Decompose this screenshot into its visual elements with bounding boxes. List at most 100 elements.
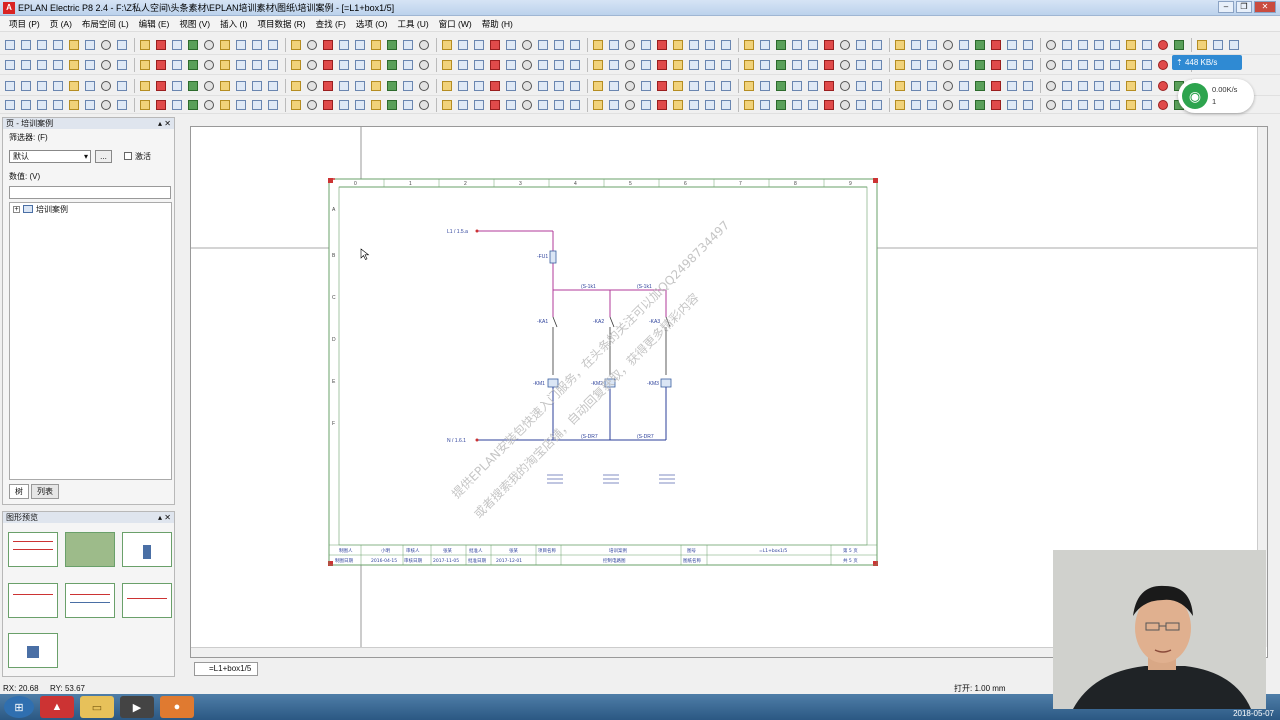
toolbar-tool-icon[interactable] [742, 38, 756, 52]
toolbar-tool-icon[interactable] [806, 98, 820, 112]
app-taskbar-icon[interactable]: ● [160, 696, 194, 718]
toolbar-tool-icon[interactable] [321, 98, 335, 112]
toolbar-tool-icon[interactable] [115, 38, 129, 52]
toolbar-tool-icon[interactable] [591, 58, 605, 72]
toolbar-tool-icon[interactable] [623, 58, 637, 72]
toolbar-tool-icon[interactable] [536, 58, 550, 72]
toolbar-tool-icon[interactable] [1005, 58, 1019, 72]
toolbar-tool-icon[interactable] [655, 38, 669, 52]
toolbar-tool-icon[interactable] [758, 38, 772, 52]
toolbar-tool-icon[interactable] [51, 98, 65, 112]
toolbar-tool-icon[interactable] [1092, 38, 1106, 52]
toolbar-tool-icon[interactable] [854, 38, 868, 52]
toolbar-tool-icon[interactable] [305, 58, 319, 72]
toolbar-tool-icon[interactable] [591, 79, 605, 93]
toolbar-tool-icon[interactable] [456, 79, 470, 93]
toolbar-tool-icon[interactable] [1021, 58, 1035, 72]
toolbar-tool-icon[interactable] [19, 38, 33, 52]
toolbar-tool-icon[interactable] [870, 79, 884, 93]
toolbar-tool-icon[interactable] [790, 98, 804, 112]
toolbar-tool-icon[interactable] [266, 79, 280, 93]
toolbar-tool-icon[interactable] [1211, 38, 1225, 52]
toolbar-tool-icon[interactable] [639, 98, 653, 112]
toolbar-tool-icon[interactable] [607, 79, 621, 93]
toolbar-tool-icon[interactable] [1044, 98, 1058, 112]
toolbar-tool-icon[interactable] [3, 98, 17, 112]
toolbar-tool-icon[interactable] [719, 79, 733, 93]
toolbar-tool-icon[interactable] [266, 58, 280, 72]
toolbar-tool-icon[interactable] [1108, 38, 1122, 52]
toolbar-tool-icon[interactable] [369, 38, 383, 52]
toolbar-tool-icon[interactable] [941, 38, 955, 52]
toolbar-tool-icon[interactable] [504, 79, 518, 93]
toolbar-tool-icon[interactable] [186, 58, 200, 72]
toolbar-tool-icon[interactable] [472, 98, 486, 112]
toolbar-tool-icon[interactable] [671, 79, 685, 93]
toolbar-tool-icon[interactable] [790, 79, 804, 93]
toolbar-tool-icon[interactable] [353, 38, 367, 52]
toolbar-tool-icon[interactable] [401, 98, 415, 112]
toolbar-tool-icon[interactable] [1195, 38, 1209, 52]
toolbar-tool-icon[interactable] [99, 58, 113, 72]
toolbar-tool-icon[interactable] [99, 98, 113, 112]
toolbar-tool-icon[interactable] [417, 58, 431, 72]
toolbar-tool-icon[interactable] [623, 38, 637, 52]
toolbar-tool-icon[interactable] [671, 58, 685, 72]
toolbar-tool-icon[interactable] [870, 98, 884, 112]
toolbar-tool-icon[interactable] [703, 38, 717, 52]
toolbar-tool-icon[interactable] [51, 58, 65, 72]
toolbar-tool-icon[interactable] [154, 79, 168, 93]
activate-checkbox[interactable] [124, 152, 132, 160]
toolbar-tool-icon[interactable] [19, 58, 33, 72]
toolbar-tool-icon[interactable] [607, 38, 621, 52]
menu-help[interactable]: 帮助 (H) [477, 18, 518, 30]
toolbar-tool-icon[interactable] [115, 79, 129, 93]
toolbar-tool-icon[interactable] [568, 98, 582, 112]
toolbar-tool-icon[interactable] [3, 79, 17, 93]
toolbar-tool-icon[interactable] [742, 79, 756, 93]
toolbar-tool-icon[interactable] [1021, 79, 1035, 93]
toolbar-tool-icon[interactable] [719, 38, 733, 52]
toolbar-tool-icon[interactable] [552, 38, 566, 52]
toolbar-tool-icon[interactable] [893, 98, 907, 112]
toolbar-tool-icon[interactable] [536, 38, 550, 52]
toolbar-tool-icon[interactable] [417, 38, 431, 52]
toolbar-tool-icon[interactable] [1021, 98, 1035, 112]
toolbar-tool-icon[interactable] [607, 58, 621, 72]
toolbar-tool-icon[interactable] [83, 38, 97, 52]
toolbar-tool-icon[interactable] [138, 58, 152, 72]
toolbar-tool-icon[interactable] [1005, 38, 1019, 52]
toolbar-tool-icon[interactable] [822, 79, 836, 93]
toolbar-tool-icon[interactable] [337, 79, 351, 93]
toolbar-tool-icon[interactable] [321, 79, 335, 93]
toolbar-tool-icon[interactable] [401, 38, 415, 52]
toolbar-tool-icon[interactable] [671, 38, 685, 52]
toolbar-tool-icon[interactable] [591, 98, 605, 112]
toolbar-tool-icon[interactable] [154, 98, 168, 112]
tab-list[interactable]: 列表 [31, 484, 59, 499]
start-button-icon[interactable]: ⊞ [4, 696, 34, 718]
toolbar-tool-icon[interactable] [973, 79, 987, 93]
toolbar-tool-icon[interactable] [305, 98, 319, 112]
toolbar-tool-icon[interactable] [854, 79, 868, 93]
toolbar-tool-icon[interactable] [234, 58, 248, 72]
toolbar-tool-icon[interactable] [639, 58, 653, 72]
toolbar-tool-icon[interactable] [234, 79, 248, 93]
toolbar-tool-icon[interactable] [941, 98, 955, 112]
toolbar-tool-icon[interactable] [623, 79, 637, 93]
toolbar-tool-icon[interactable] [488, 58, 502, 72]
toolbar-tool-icon[interactable] [305, 79, 319, 93]
toolbar-tool-icon[interactable] [1092, 79, 1106, 93]
toolbar-tool-icon[interactable] [35, 58, 49, 72]
toolbar-tool-icon[interactable] [83, 98, 97, 112]
toolbar-tool-icon[interactable] [870, 38, 884, 52]
toolbar-tool-icon[interactable] [1108, 79, 1122, 93]
toolbar-tool-icon[interactable] [1060, 58, 1074, 72]
toolbar-tool-icon[interactable] [1076, 58, 1090, 72]
page-thumbnail[interactable] [8, 532, 58, 567]
toolbar-tool-icon[interactable] [488, 79, 502, 93]
toolbar-tool-icon[interactable] [520, 38, 534, 52]
toolbar-tool-icon[interactable] [1140, 79, 1154, 93]
toolbar-tool-icon[interactable] [115, 58, 129, 72]
toolbar-tool-icon[interactable] [440, 79, 454, 93]
